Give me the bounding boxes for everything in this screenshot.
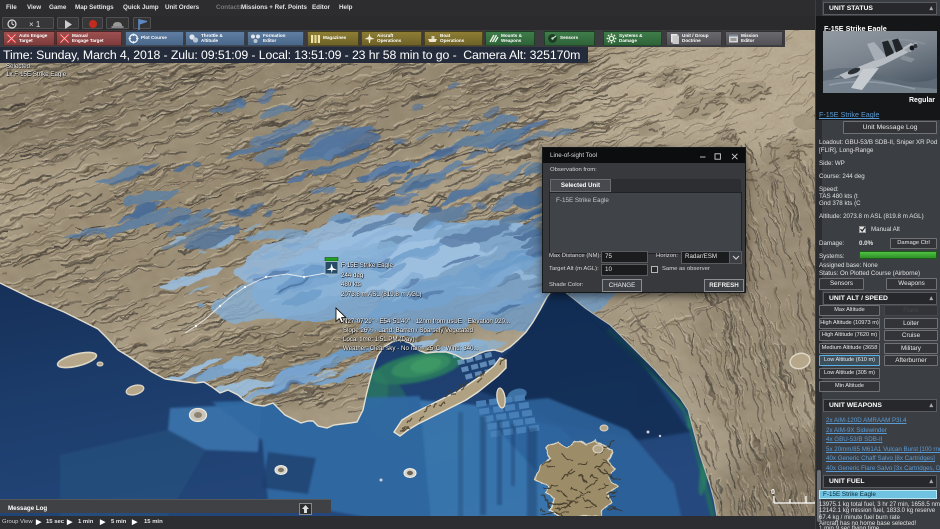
svg-text:0: 0 xyxy=(771,489,775,496)
